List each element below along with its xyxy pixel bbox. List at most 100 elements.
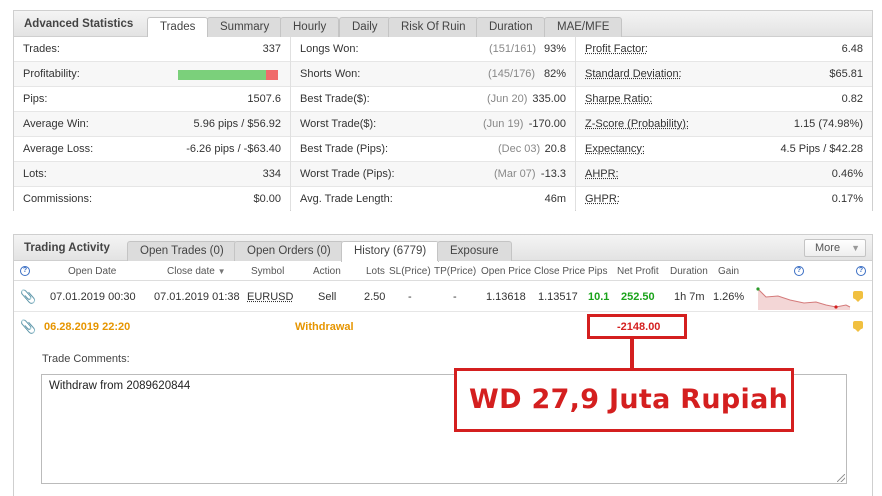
tab-open-orders[interactable]: Open Orders (0) [234, 241, 344, 261]
sparkline-end-point [834, 305, 838, 309]
cell-lots: 2.50 [364, 291, 386, 303]
stat-row: Pips: 1507.6 [14, 87, 290, 112]
stat-value: $0.00 [253, 193, 281, 205]
stat-row: Profitability: [14, 62, 290, 87]
stat-row: Z-Score (Probability): 1.15 (74.98%) [576, 112, 872, 137]
stat-value: -13.3 [540, 168, 566, 180]
stat-label[interactable]: Expectancy: [585, 143, 645, 155]
comment-icon[interactable] [853, 321, 863, 332]
column-header-duration[interactable]: Duration [670, 266, 708, 277]
cell-symbol[interactable]: EURUSD [247, 291, 293, 303]
column-header-sl[interactable]: SL(Price) [389, 266, 431, 277]
chevron-down-icon: ▼ [851, 243, 860, 253]
trade-comment-text: Withdraw from 2089620844 [49, 380, 191, 392]
column-header-tp[interactable]: TP(Price) [434, 266, 476, 277]
paperclip-icon[interactable]: 📎 [20, 319, 36, 334]
stat-label: Pips: [23, 93, 48, 105]
stat-row: Avg. Trade Length: 46m [291, 187, 575, 212]
profitability-win-fill [178, 70, 266, 80]
column-header-close-price[interactable]: Close Price [534, 266, 585, 277]
tab-trades[interactable]: Trades [147, 17, 209, 38]
column-header-lots[interactable]: Lots [366, 266, 385, 277]
cell-open-price: 1.13618 [486, 291, 526, 303]
column-header-symbol[interactable]: Symbol [251, 266, 284, 277]
column-header-open-price[interactable]: Open Price [481, 266, 531, 277]
stat-value: 1.15 (74.98%) [793, 118, 863, 130]
column-header-close-date[interactable]: Close date ▼ [167, 266, 226, 277]
stat-label[interactable]: AHPR: [585, 168, 619, 180]
stat-value: 46m [544, 193, 566, 205]
column-header-net-profit[interactable]: Net Profit [617, 266, 659, 277]
history-table-header: ? Open Date Close date ▼ Symbol Action L… [14, 263, 872, 281]
stat-label: Avg. Trade Length: [300, 193, 393, 205]
stat-value: 93% [543, 43, 566, 55]
column-header-pips[interactable]: Pips [588, 266, 607, 277]
stat-label: Trades: [23, 43, 60, 55]
cell-withdrawal-action: Withdrawal [295, 321, 354, 333]
stat-value: 0.17% [831, 193, 863, 205]
trade-comments-label: Trade Comments: [42, 353, 130, 365]
stat-value: 20.8 [544, 143, 566, 155]
stat-row: Worst Trade (Pips): (Mar 07) -13.3 [291, 162, 575, 187]
stat-value: 6.48 [841, 43, 863, 55]
sparkline-start-point [756, 287, 760, 291]
stat-row: Best Trade (Pips): (Dec 03) 20.8 [291, 137, 575, 162]
stat-label: Shorts Won: [300, 68, 361, 80]
tab-daily[interactable]: Daily [339, 17, 391, 37]
sort-desc-icon: ▼ [217, 267, 226, 276]
tab-exposure[interactable]: Exposure [437, 241, 512, 261]
tab-hourly[interactable]: Hourly [280, 17, 340, 37]
tab-mae-mfe[interactable]: MAE/MFE [544, 17, 623, 37]
stat-label[interactable]: GHPR: [585, 193, 620, 205]
stat-label[interactable]: Z-Score (Probability): [585, 118, 689, 130]
help-icon[interactable]: ? [794, 266, 804, 276]
tab-risk-of-ruin[interactable]: Risk Of Ruin [388, 17, 479, 37]
stat-row: Sharpe Ratio: 0.82 [576, 87, 872, 112]
help-icon[interactable]: ? [20, 266, 30, 276]
stat-detail: (145/176) [488, 68, 536, 80]
advanced-statistics-panel: Advanced Statistics Trades Summary Hourl… [13, 10, 873, 212]
stat-label: Profitability: [23, 68, 80, 80]
resize-handle-icon[interactable] [837, 474, 845, 482]
cell-open-date: 07.01.2019 00:30 [50, 291, 136, 303]
stat-label[interactable]: Standard Deviation: [585, 68, 682, 80]
activity-panel-title: Trading Activity [24, 242, 110, 254]
column-header-gain[interactable]: Gain [718, 266, 739, 277]
paperclip-icon[interactable]: 📎 [20, 289, 36, 304]
stat-row: GHPR: 0.17% [576, 187, 872, 212]
tab-open-trades[interactable]: Open Trades (0) [127, 241, 237, 261]
profitability-bar [178, 70, 278, 80]
stat-value: 1507.6 [247, 93, 281, 105]
table-row[interactable]: 📎 07.01.2019 00:30 07.01.2019 01:38 EURU… [14, 282, 872, 312]
tab-history[interactable]: History (6779) [341, 241, 440, 262]
stat-value: -6.26 pips / -$63.40 [186, 143, 281, 155]
stat-label[interactable]: Profit Factor: [585, 43, 648, 55]
highlight-box [587, 314, 687, 339]
stat-value: $65.81 [829, 68, 863, 80]
stat-row: Expectancy: 4.5 Pips / $42.28 [576, 137, 872, 162]
more-button[interactable]: More ▼ [804, 239, 866, 257]
cell-withdrawal-date: 06.28.2019 22:20 [44, 321, 131, 333]
tab-duration[interactable]: Duration [476, 17, 546, 37]
stat-value: 334 [262, 168, 281, 180]
stat-label[interactable]: Sharpe Ratio: [585, 93, 652, 105]
stat-value: 82% [543, 68, 566, 80]
stat-row: Worst Trade($): (Jun 19) -170.00 [291, 112, 575, 137]
column-header-open-date[interactable]: Open Date [68, 266, 116, 277]
cell-gain: 1.26% [713, 291, 745, 303]
stat-label: Longs Won: [300, 43, 359, 55]
more-button-label: More [815, 242, 841, 254]
cell-duration: 1h 7m [674, 291, 705, 303]
help-icon[interactable]: ? [856, 266, 866, 276]
table-row[interactable]: 📎 06.28.2019 22:20 Withdrawal -2148.00 [14, 312, 872, 342]
stats-column-2: Longs Won: (151/161) 93% Shorts Won: (14… [291, 37, 575, 212]
trading-activity-panel: Trading Activity Open Trades (0) Open Or… [13, 234, 873, 496]
comment-icon[interactable] [853, 291, 863, 302]
cell-close-date: 07.01.2019 01:38 [154, 291, 240, 303]
stat-value: 4.5 Pips / $42.28 [780, 143, 863, 155]
stat-row: Best Trade($): (Jun 20) 335.00 [291, 87, 575, 112]
stat-detail: (Dec 03) [498, 143, 541, 155]
column-header-action[interactable]: Action [313, 266, 341, 277]
tab-summary[interactable]: Summary [207, 17, 283, 37]
stat-value: 0.82 [841, 93, 863, 105]
